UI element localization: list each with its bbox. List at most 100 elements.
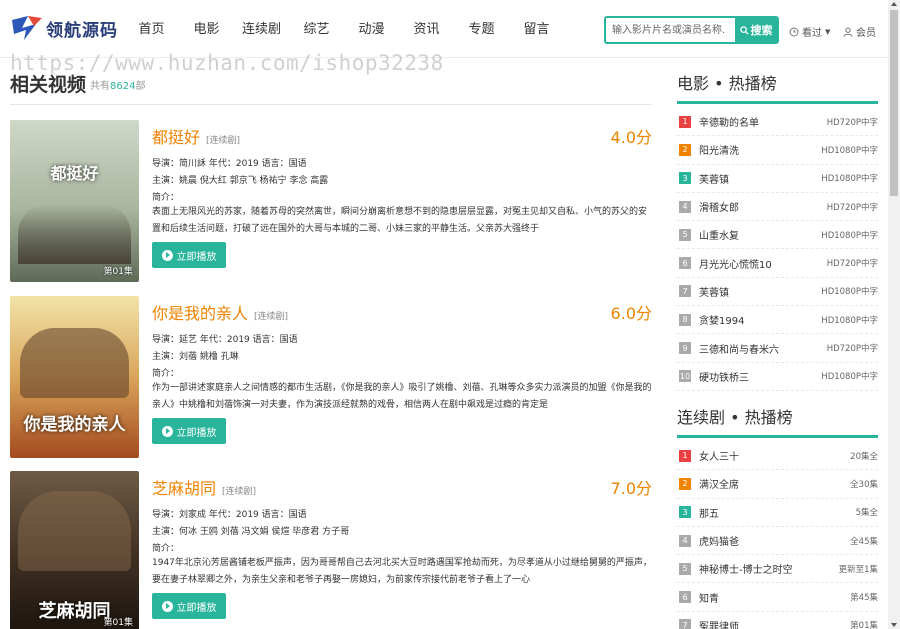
nav-item-variety[interactable]: 综艺 [291,18,342,37]
logo-text: 领航源码 [46,20,118,41]
play-button[interactable]: 立即播放 [152,242,226,268]
scrollbar-thumb[interactable] [890,10,898,196]
rank-item-info: HD1080P中字 [821,315,878,326]
rank-item-info: HD1080P中字 [821,174,878,185]
rank-number: 6 [679,591,691,604]
video-director: 导演：延艺 年代：2019 语言：国语 [152,335,298,345]
rank-number: 5 [679,228,691,241]
chevron-down-icon: ▼ [825,27,831,36]
nav-item-movie[interactable]: 电影 [181,18,232,37]
rank-item[interactable]: 4 虎妈猫爸 全45集 [677,527,878,556]
rank-number: 3 [679,172,691,185]
search-button[interactable]: 搜索 [735,18,777,42]
series-rank: 连续剧 • 热播榜 1 女人三十 20集全 2 满汉全席 全30集 3 那五 5集全 4 虎妈猫爸 全… [677,404,878,629]
nav-item-anime[interactable]: 动漫 [346,18,397,37]
rank-item-info: 20集全 [850,451,878,462]
rank-item[interactable]: 10 硬功铁桥三 HD1080P中字 [677,363,878,391]
rank-number: 1 [679,115,691,128]
rank-item-info: 第45集 [850,593,878,604]
rank-item[interactable]: 7 冤罪律师 第01集 [677,612,878,629]
rank-item[interactable]: 6 月光光心慌慌10 HD720P中字 [677,249,878,278]
rank-item-info: 5集全 [855,508,878,519]
rank-item[interactable]: 4 滑稽女郎 HD720P中字 [677,193,878,222]
video-score: 6.0分 [610,304,652,323]
episode-label: 第01集 [103,618,133,628]
search-button-label: 搜索 [750,24,773,37]
rank-item-title: 那五 [699,508,719,520]
rank-item[interactable]: 1 女人三十 20集全 [677,442,878,471]
rank-item[interactable]: 3 芙蓉镇 HD1080P中字 [677,165,878,193]
member-label: 会员 [856,28,876,39]
movie-rank-list: 1 辛德勒的名单 HD720P中字 2 阳光清洗 HD1080P中字 3 芙蓉镇 HD1080P… [677,108,878,391]
section-count: 共有8624部 [90,81,146,92]
nav-item-message[interactable]: 留言 [511,18,562,37]
rank-item-title: 三德和尚与春米六 [699,344,779,356]
play-label: 立即播放 [176,251,217,263]
rank-item-title: 硬功铁桥三 [699,372,749,384]
play-button[interactable]: 立即播放 [152,593,226,619]
rank-item[interactable]: 2 满汉全席 全30集 [677,470,878,499]
play-button[interactable]: 立即播放 [152,418,226,444]
nav-item-topic[interactable]: 专题 [456,18,507,37]
rank-item[interactable]: 5 神秘博士-博士之时空 更新至1集 [677,555,878,584]
user-icon [843,27,853,37]
rank-item-title: 贪婪1994 [699,316,745,328]
rank-item-info: HD1080P中字 [821,372,878,383]
search-input[interactable] [606,18,735,42]
rank-item[interactable]: 8 贪婪1994 HD1080P中字 [677,306,878,335]
play-icon [161,425,173,437]
video-title[interactable]: 都挺好 [连续剧] [152,124,240,148]
movie-rank-title: 电影 • 热播榜 [677,70,878,104]
play-icon [161,600,173,612]
video-poster[interactable]: 芝麻胡同 第01集 [10,471,139,629]
rank-item-title: 虎妈猫爸 [699,537,739,549]
video-cast: 主演：姚晨 倪大红 郭京飞 杨祐宁 李念 高露 [152,176,329,186]
rank-item-info: HD720P中字 [826,259,878,270]
video-poster[interactable]: 你是我的亲人 [10,296,139,458]
scroll-down-arrow[interactable] [891,623,897,627]
nav-item-news[interactable]: 资讯 [401,18,452,37]
video-title[interactable]: 你是我的亲人 [连续剧] [152,300,288,324]
rank-item-title: 神秘博士-博士之时空 [699,565,793,577]
rank-item[interactable]: 5 山重水复 HD1080P中字 [677,221,878,250]
rank-item-info: HD720P中字 [826,344,878,355]
history-menu[interactable]: 看过 ▼ [789,24,830,39]
rank-item-title: 阳光清洗 [699,146,739,158]
site-logo[interactable]: 领航源码 [10,14,118,42]
video-title[interactable]: 芝麻胡同 [连续剧] [152,475,256,499]
rank-item-info: 更新至1集 [838,564,878,575]
poster-figures [18,204,131,264]
rank-item[interactable]: 9 三德和尚与春米六 HD720P中字 [677,334,878,363]
video-director: 导演：简川訸 年代：2019 语言：国语 [152,159,307,169]
rank-item[interactable]: 2 阳光清洗 HD1080P中字 [677,136,878,165]
search-icon [739,25,749,35]
play-label: 立即播放 [176,427,217,439]
rank-number: 7 [679,285,691,298]
member-link[interactable]: 会员 [843,24,876,39]
nav-item-series[interactable]: 连续剧 [236,18,287,37]
rank-item-info: HD1080P中字 [821,145,878,156]
rank-item[interactable]: 7 芙蓉镇 HD1080P中字 [677,278,878,307]
video-description: 1947年北京沁芳居酱铺老板严振声，因为哥哥帮自己去河北买大豆时路遇国军抢劫而死… [152,558,652,585]
rank-number: 4 [679,200,691,213]
rank-item-title: 滑稽女郎 [699,203,739,215]
search-box: 搜索 [604,16,779,44]
site-header: 领航源码 首页 电影 连续剧 综艺 动漫 资讯 专题 留言 搜索 看过 ▼ [0,0,888,58]
rank-item-title: 辛德勒的名单 [699,118,759,130]
video-cast: 主演：何冰 王鸥 刘蓓 冯文娟 侯煊 毕彦君 方子哥 [152,527,350,537]
rank-item[interactable]: 6 知青 第45集 [677,583,878,612]
scroll-up-arrow[interactable] [891,2,897,6]
page-scrollbar[interactable] [888,0,900,629]
rank-number: 3 [679,506,691,519]
rank-item-info: HD720P中字 [826,202,878,213]
series-rank-list: 1 女人三十 20集全 2 满汉全席 全30集 3 那五 5集全 4 虎妈猫爸 全45集 5 神秘博士-博… [677,442,878,629]
nav-item-home[interactable]: 首页 [126,18,177,37]
rank-number: 6 [679,257,691,270]
poster-title: 你是我的亲人 [23,415,126,435]
rank-item-info: HD1080P中字 [821,287,878,298]
rank-number: 10 [679,370,691,383]
rank-item[interactable]: 3 那五 5集全 [677,499,878,527]
video-tag: [连续剧] [222,487,257,497]
rank-item[interactable]: 1 辛德勒的名单 HD720P中字 [677,108,878,137]
video-poster[interactable]: 都挺好 第01集 [10,120,139,282]
